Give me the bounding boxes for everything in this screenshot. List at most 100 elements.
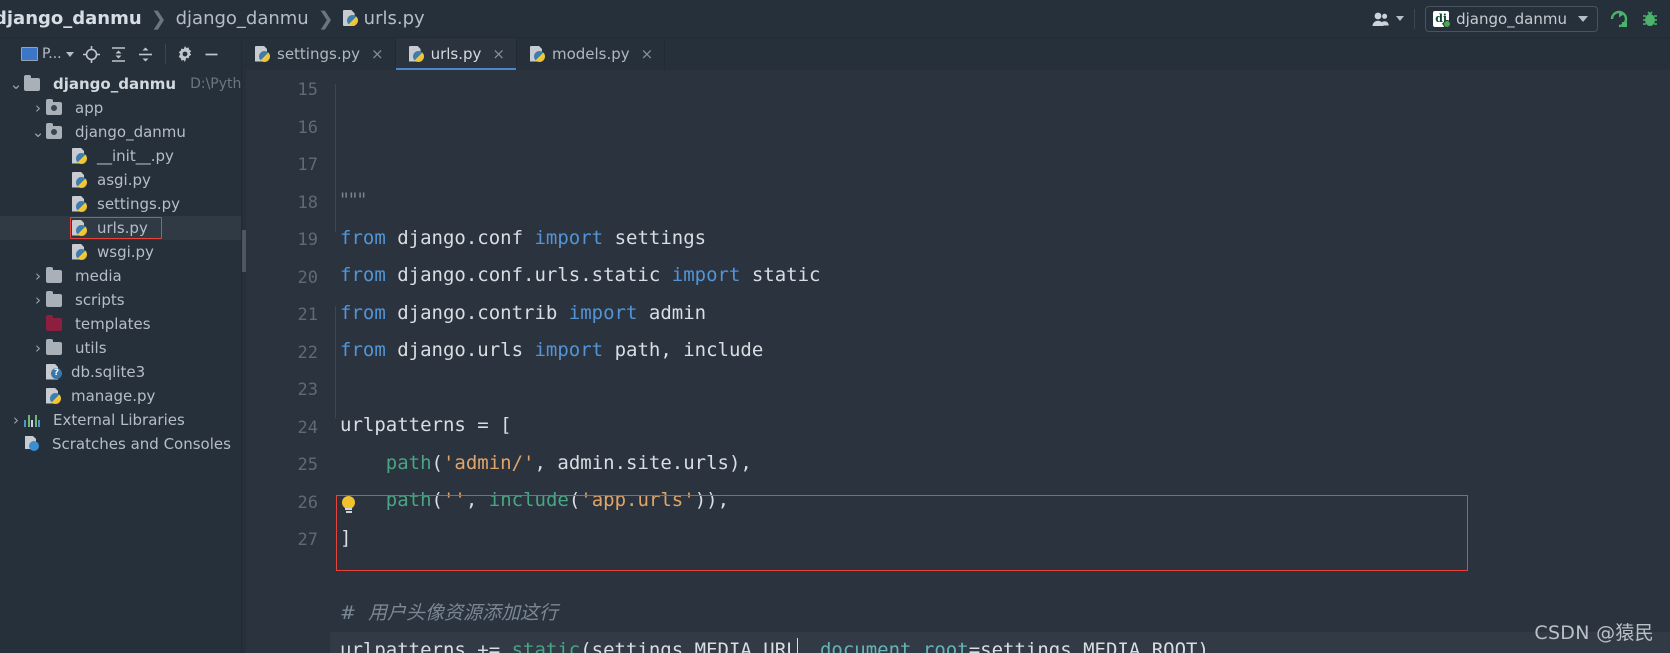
run-configuration-selector[interactable]: dj django_danmu (1425, 5, 1598, 32)
expand-all-icon[interactable] (107, 42, 131, 66)
tree-item-media[interactable]: › media (0, 264, 241, 288)
chevron-right-icon[interactable]: › (30, 267, 46, 285)
tree-item-content: app (46, 98, 104, 117)
code-editor[interactable]: 15 16 17 18 19 20 21 22 23 24 25 26 27 """ from djang… (242, 70, 1670, 653)
project-view-selector[interactable]: P... (18, 44, 77, 64)
close-icon[interactable]: × (371, 45, 384, 63)
tree-item-label: scripts (75, 291, 125, 309)
tree-item-settings-py[interactable]: settings.py (0, 192, 241, 216)
breadcrumb-item-project[interactable]: django_danmu (0, 8, 142, 29)
code-line[interactable]: from django.conf.urls.static import stat… (330, 257, 1670, 295)
python-file-icon (72, 148, 87, 165)
code-line[interactable]: ] (330, 520, 1670, 558)
python-file-icon (46, 388, 61, 405)
breadcrumb-separator: ❯ (317, 7, 334, 30)
code-line[interactable]: # 用户头像资源添加这行 (330, 595, 1670, 633)
editor-tab-urls-py[interactable]: urls.py × (395, 38, 517, 70)
chevron-right-icon[interactable]: › (8, 411, 24, 429)
code-token: urlpatterns += (340, 639, 512, 653)
tree-item-content: scripts (46, 290, 125, 309)
locate-target-icon[interactable] (80, 42, 104, 66)
close-icon[interactable]: × (492, 45, 505, 63)
chevron-down-icon[interactable]: ⌄ (30, 124, 46, 140)
tree-item-asgi-py[interactable]: asgi.py (0, 168, 241, 192)
user-group-icon[interactable] (1372, 11, 1405, 27)
code-token: 'app.urls' (580, 489, 695, 511)
debug-icon[interactable] (1640, 9, 1660, 29)
breadcrumb-item-module[interactable]: django_danmu (176, 8, 309, 29)
hide-panel-icon[interactable] (200, 42, 224, 66)
tree-item-scripts[interactable]: › scripts (0, 288, 241, 312)
code-line[interactable]: from django.contrib import admin (330, 295, 1670, 333)
source-folder-icon (46, 122, 62, 139)
code-token: ( (431, 451, 443, 474)
code-line[interactable]: from django.urls import path, include (330, 332, 1670, 370)
code-token: # 用户头像资源添加这行 (340, 601, 558, 624)
code-line[interactable]: urlpatterns = [ (330, 407, 1670, 445)
code-line[interactable] (330, 557, 1670, 595)
code-content[interactable]: """ from django.conf import settings from … (330, 70, 1670, 653)
editor-tab-settings-py[interactable]: settings.py × (242, 38, 396, 70)
tree-item-content: asgi.py (72, 171, 151, 189)
intention-bulb-icon[interactable] (342, 496, 355, 513)
code-line[interactable]: urlpatterns += static(settings.MEDIA_URL… (330, 632, 1670, 653)
run-configuration-label: django_danmu (1456, 9, 1567, 28)
python-file-icon (72, 172, 87, 189)
tree-item-urls-py[interactable]: urls.py (0, 216, 241, 240)
tree-item-label: db.sqlite3 (71, 363, 146, 381)
chevron-right-icon[interactable]: › (30, 291, 46, 309)
tree-item-db-sqlite3[interactable]: db.sqlite3 (0, 360, 241, 384)
python-file-icon (530, 46, 545, 63)
line-number: 22 (297, 342, 318, 363)
chevron-right-icon[interactable]: › (30, 99, 46, 117)
code-line[interactable]: """ (330, 182, 1670, 220)
python-file-icon (72, 220, 87, 237)
project-tree[interactable]: ⌄ django_danmu D:\Python › app ⌄ django_danmu _… (0, 70, 241, 653)
code-line[interactable]: path('', include('app.urls')), (330, 482, 1670, 520)
tree-item-utils[interactable]: › utils (0, 336, 241, 360)
run-icon[interactable] (1608, 8, 1630, 30)
editor-tab-models-py[interactable]: models.py × (517, 38, 666, 70)
tree-item-content: External Libraries (24, 411, 185, 429)
code-line[interactable]: path('admin/', admin.site.urls), (330, 445, 1670, 483)
editor-tabs[interactable]: settings.py × urls.py × models.py × (242, 38, 1670, 70)
tree-item-external-libraries[interactable]: › External Libraries (0, 408, 241, 432)
code-token: urlpatterns = [ (340, 414, 512, 436)
tree-item-label: urls.py (97, 219, 148, 237)
library-icon (24, 413, 40, 427)
chevron-down-icon[interactable]: ⌄ (8, 76, 24, 92)
line-number: 27 (297, 530, 318, 550)
chevron-down-icon (65, 51, 74, 57)
code-line[interactable] (330, 370, 1670, 408)
line-number-gutter: 15 16 17 18 19 20 21 22 23 24 25 26 27 (242, 70, 330, 653)
tree-item-label: manage.py (71, 387, 156, 405)
tree-item-wsgi-py[interactable]: wsgi.py (0, 240, 241, 264)
tree-item-label: media (75, 267, 122, 285)
collapse-all-icon[interactable] (134, 42, 158, 66)
tree-item-scratches-and-consoles[interactable]: Scratches and Consoles (0, 432, 241, 456)
breadcrumb-item-file[interactable]: urls.py (343, 8, 425, 29)
code-token: """ (340, 189, 367, 211)
tree-item-content: manage.py (46, 387, 155, 405)
folder-icon (46, 338, 62, 355)
code-token: import (534, 226, 615, 249)
python-file-icon (72, 244, 87, 261)
tree-item--init-py[interactable]: __init__.py (0, 144, 241, 168)
chevron-right-icon[interactable]: › (30, 339, 46, 357)
code-line[interactable]: from django.conf import settings (330, 220, 1670, 258)
tree-item-django-danmu[interactable]: ⌄ django_danmu D:\Python (0, 72, 241, 96)
line-number: 16 (297, 117, 318, 138)
tree-item-django-danmu[interactable]: ⌄ django_danmu (0, 120, 241, 144)
code-token: from (340, 339, 398, 361)
tree-item-app[interactable]: › app (0, 96, 241, 120)
tree-item-content: templates (46, 314, 151, 333)
project-tool-window: P... ⌄ django_danmu D:\Pyth › app ⌄ djan… (0, 38, 242, 653)
close-icon[interactable]: × (641, 45, 654, 63)
tree-item-label: app (75, 99, 104, 117)
project-view-label: P... (42, 46, 62, 62)
tree-item-templates[interactable]: templates (0, 312, 241, 336)
code-token: import (568, 301, 649, 324)
settings-gear-icon[interactable] (173, 42, 197, 66)
tree-item-manage-py[interactable]: manage.py (0, 384, 241, 408)
